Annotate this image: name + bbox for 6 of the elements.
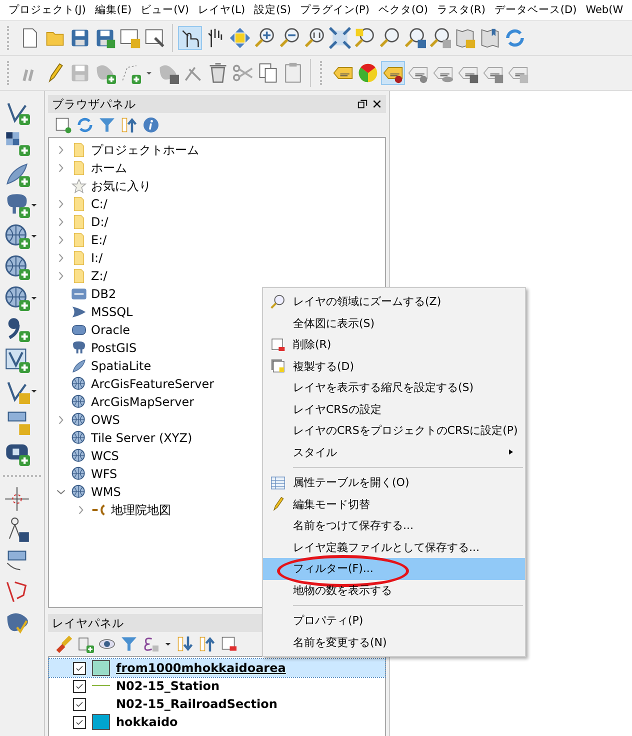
layer-name: N02-15_Station [116, 679, 220, 693]
panel-title: ブラウザパネル [52, 96, 136, 112]
layer-name: N02-15_RailroadSection [116, 697, 278, 711]
layer-name: from1000mhokkaidoarea [116, 661, 286, 675]
panel-title: レイヤパネル [52, 616, 124, 630]
layer-name: hokkaido [116, 715, 178, 729]
